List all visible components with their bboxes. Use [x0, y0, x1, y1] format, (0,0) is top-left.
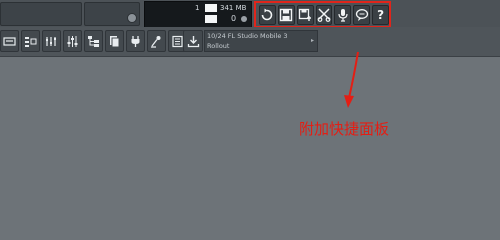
annotation-label: 附加快捷面板 [299, 120, 390, 138]
annotation-arrow [344, 51, 359, 108]
